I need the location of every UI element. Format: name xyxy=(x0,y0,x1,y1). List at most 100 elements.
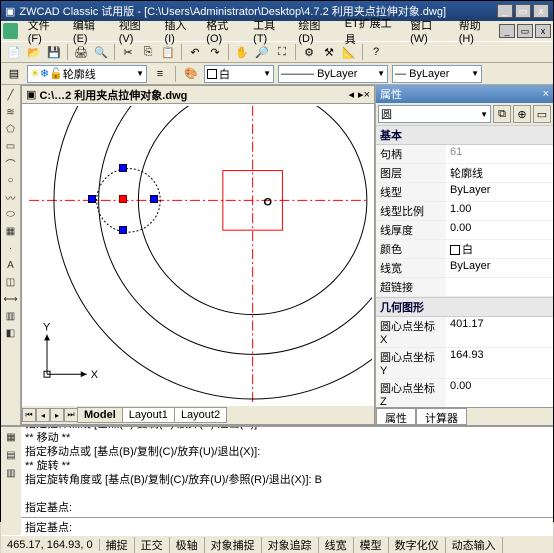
tab-next-icon[interactable]: ▸ xyxy=(50,408,64,422)
app-logo-icon xyxy=(3,23,18,39)
doc-close-button[interactable]: x xyxy=(535,24,551,38)
drawing-area[interactable]: ▣ C:\…2 利用夹点拉伸对象.dwg ◂ ▸ × O xyxy=(21,85,375,425)
command-input[interactable]: 指定基点: xyxy=(21,517,553,535)
redo-icon[interactable]: ↷ xyxy=(206,43,224,61)
line-icon[interactable]: ╱ xyxy=(3,87,19,103)
status-model[interactable]: 模型 xyxy=(354,537,389,553)
menu-bar: 文件(F) 编辑(E) 视图(V) 插入(I) 格式(O) 工具(T) 绘图(D… xyxy=(1,21,553,41)
app-icon: ▣ xyxy=(5,5,15,18)
cut-icon[interactable]: ✂ xyxy=(119,43,137,61)
spline-icon[interactable]: 〰 xyxy=(3,189,19,205)
rect-icon[interactable]: ▭ xyxy=(3,138,19,154)
paste-icon[interactable]: 📋 xyxy=(159,43,177,61)
hatch-icon[interactable]: ▦ xyxy=(3,223,19,239)
menu-window[interactable]: 窗口(W) xyxy=(404,15,453,47)
save-icon[interactable]: 💾 xyxy=(45,43,63,61)
layout-tabs: ⏮ ◂ ▸ ⏭ Model Layout1 Layout2 xyxy=(22,406,374,424)
properties-panel: 属性 × 圆▼ ⧉ ⊕ ▭ 基本 句柄61 图层轮廓线 线型ByLayer 线型… xyxy=(375,85,553,425)
point-icon[interactable]: · xyxy=(3,240,19,256)
status-dyn[interactable]: 动态输入 xyxy=(446,537,503,553)
drawing-svg: O X Y xyxy=(24,106,372,404)
cmd-tool3-icon[interactable]: ▥ xyxy=(3,465,19,481)
grip-west[interactable] xyxy=(88,195,96,203)
tab-layout2[interactable]: Layout2 xyxy=(174,407,227,423)
status-coords[interactable]: 465.17, 164.93, 0 xyxy=(1,539,100,551)
copy-icon[interactable]: ⎘ xyxy=(139,43,157,61)
circle-icon[interactable]: ○ xyxy=(3,172,19,188)
command-log[interactable]: 命令:另一角点:命令:另一角点:命令:** 拉伸 **指定拉伸点或 [基点(B)… xyxy=(21,427,553,517)
status-bar: 465.17, 164.93, 0 捕捉 正交 极轴 对象捕捉 对象追踪 线宽 … xyxy=(1,535,553,553)
status-lwt[interactable]: 线宽 xyxy=(319,537,354,553)
tool-icon[interactable]: ⚙ xyxy=(300,43,318,61)
group-geometry[interactable]: 几何图形 xyxy=(376,297,553,317)
tab-layout1[interactable]: Layout1 xyxy=(122,407,175,423)
properties-title-bar[interactable]: 属性 × xyxy=(376,85,553,103)
grip-south[interactable] xyxy=(119,226,127,234)
status-digi[interactable]: 数字化仪 xyxy=(389,537,446,553)
new-icon[interactable]: 📄 xyxy=(5,43,23,61)
tool2-icon[interactable]: ⚒ xyxy=(320,43,338,61)
group-basic[interactable]: 基本 xyxy=(376,125,553,145)
status-snap[interactable]: 捕捉 xyxy=(100,537,135,553)
zoom-ext-icon[interactable]: ⛶ xyxy=(273,43,291,61)
quickselect-icon[interactable]: ⧉ xyxy=(493,105,511,123)
cmd-tool2-icon[interactable]: ▤ xyxy=(3,447,19,463)
grip-north[interactable] xyxy=(119,164,127,172)
status-otrack[interactable]: 对象追踪 xyxy=(262,537,319,553)
table-icon[interactable]: ▥ xyxy=(3,308,19,324)
color-combo[interactable]: 白 ▼ xyxy=(204,65,274,83)
pickadd-icon[interactable]: ⊕ xyxy=(513,105,531,123)
panel-close-icon[interactable]: × xyxy=(543,88,549,100)
tab-model[interactable]: Model xyxy=(77,407,123,423)
open-icon[interactable]: 📂 xyxy=(25,43,43,61)
tab-nav-left-icon[interactable]: ◂ xyxy=(349,88,355,101)
print-icon[interactable]: 🖨 xyxy=(72,43,90,61)
properties-grid[interactable]: 基本 句柄61 图层轮廓线 线型ByLayer 线型比例1.00 线厚度0.00… xyxy=(376,125,553,407)
layer-tool-icon[interactable]: ≡ xyxy=(151,65,169,83)
tab-properties[interactable]: 属性 xyxy=(376,408,416,425)
region-icon[interactable]: ◧ xyxy=(3,325,19,341)
tab-prev-icon[interactable]: ◂ xyxy=(36,408,50,422)
color-icon[interactable]: 🎨 xyxy=(182,65,200,83)
layer-toolbar: ▤ ☀❄🔓 轮廓线 ▼ ≡ 🎨 白 ▼ ——— ByLayer ▼ — ByLa… xyxy=(1,63,553,85)
cmd-tool1-icon[interactable]: ▦ xyxy=(3,429,19,445)
selection-combo[interactable]: 圆▼ xyxy=(378,105,491,123)
maximize-button[interactable]: ▭ xyxy=(515,4,531,18)
arc-icon[interactable]: ⌒ xyxy=(3,155,19,171)
command-toolbar: ▦ ▤ ▥ xyxy=(1,427,21,535)
tab-close-icon[interactable]: × xyxy=(364,89,370,101)
minimize-button[interactable]: _ xyxy=(497,4,513,18)
grip-east[interactable] xyxy=(150,195,158,203)
linetype-combo[interactable]: ——— ByLayer ▼ xyxy=(278,65,388,83)
preview-icon[interactable]: 🔍 xyxy=(92,43,110,61)
doc-minimize-button[interactable]: _ xyxy=(499,24,515,38)
text-icon[interactable]: A xyxy=(3,257,19,273)
ellipse-icon[interactable]: ⬭ xyxy=(3,206,19,222)
undo-icon[interactable]: ↶ xyxy=(186,43,204,61)
zoom-icon[interactable]: 🔎 xyxy=(253,43,271,61)
block-icon[interactable]: ◫ xyxy=(3,274,19,290)
status-polar[interactable]: 极轴 xyxy=(170,537,205,553)
tab-calculator[interactable]: 计算器 xyxy=(416,408,467,425)
lineweight-combo[interactable]: — ByLayer ▼ xyxy=(392,65,482,83)
canvas[interactable]: O X Y xyxy=(24,106,372,404)
polygon-icon[interactable]: ⬠ xyxy=(3,121,19,137)
tool3-icon[interactable]: 📐 xyxy=(340,43,358,61)
close-button[interactable]: x xyxy=(533,4,549,18)
svg-text:Y: Y xyxy=(43,321,51,333)
pline-icon[interactable]: ≋ xyxy=(3,104,19,120)
tab-last-icon[interactable]: ⏭ xyxy=(64,408,78,422)
layer-mgr-icon[interactable]: ▤ xyxy=(5,65,23,83)
status-ortho[interactable]: 正交 xyxy=(135,537,170,553)
tab-first-icon[interactable]: ⏮ xyxy=(22,408,36,422)
document-tab[interactable]: ▣ C:\…2 利用夹点拉伸对象.dwg ◂ ▸ × xyxy=(22,86,374,104)
grip-center-hot[interactable] xyxy=(119,195,127,203)
status-osnap[interactable]: 对象捕捉 xyxy=(205,537,262,553)
menu-help[interactable]: 帮助(H) xyxy=(453,15,499,47)
doc-maximize-button[interactable]: ▭ xyxy=(517,24,533,38)
layer-combo[interactable]: ☀❄🔓 轮廓线 ▼ xyxy=(27,65,147,83)
select-icon[interactable]: ▭ xyxy=(533,105,551,123)
dim-icon[interactable]: ⟷ xyxy=(3,291,19,307)
help-icon[interactable]: ? xyxy=(367,43,385,61)
pan-icon[interactable]: ✋ xyxy=(233,43,251,61)
